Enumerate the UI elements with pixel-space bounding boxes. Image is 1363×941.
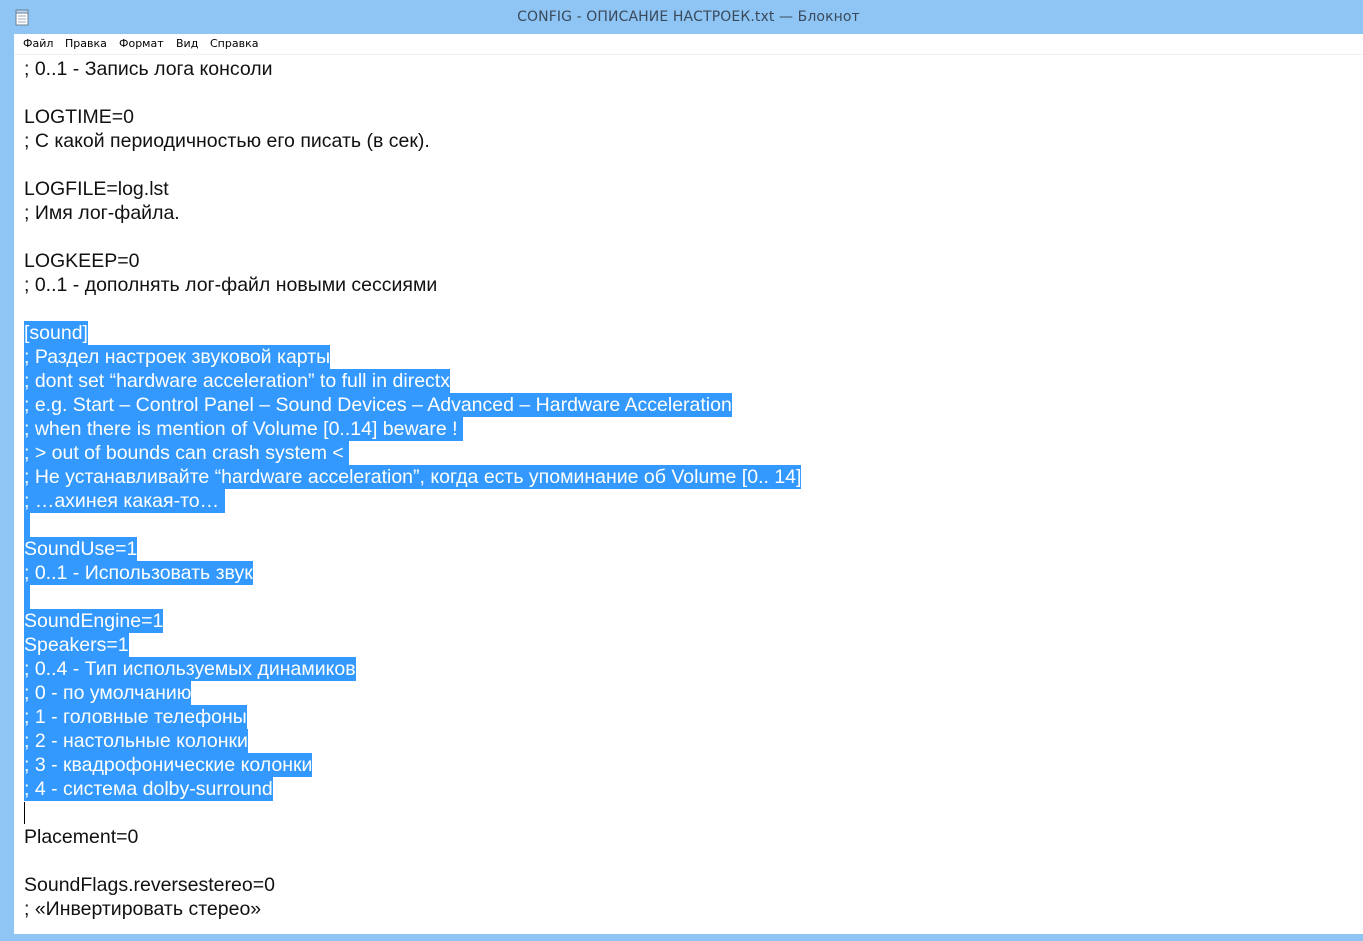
menu-bar: Файл Правка Формат Вид Справка: [14, 34, 1363, 55]
menu-file[interactable]: Файл: [23, 37, 53, 50]
text-line[interactable]: ; 0..1 - Использовать звук: [24, 561, 253, 585]
text-line[interactable]: ; …ахинея какая-то…: [24, 489, 225, 513]
text-line[interactable]: ; 0..1 - Запись лога консоли: [24, 57, 273, 81]
text-line[interactable]: ; when there is mention of Volume [0..14…: [24, 417, 463, 441]
notepad-window: CONFIG - ОПИСАНИЕ НАСТРОЕК.txt — Блокнот…: [0, 0, 1363, 941]
text-line[interactable]: [24, 513, 30, 537]
text-line[interactable]: Speakers=1: [24, 633, 129, 657]
text-line[interactable]: ; 1 - головные телефоны: [24, 705, 247, 729]
text-line[interactable]: ; 0..1 - дополнять лог-файл новыми сесси…: [24, 273, 437, 297]
text-line[interactable]: ; С какой периодичностью его писать (в с…: [24, 129, 430, 153]
menu-view[interactable]: Вид: [176, 37, 198, 50]
text-line[interactable]: ; «Инвертировать стерео»: [24, 897, 261, 921]
text-line[interactable]: ; e.g. Start – Control Panel – Sound Dev…: [24, 393, 732, 417]
text-line[interactable]: [24, 585, 30, 609]
text-line[interactable]: ; Раздел настроек звуковой карты: [24, 345, 331, 369]
text-line[interactable]: ; 0 - по умолчанию: [24, 681, 192, 705]
text-line[interactable]: LOGKEEP=0: [24, 249, 139, 273]
text-line[interactable]: SoundEngine=1: [24, 609, 164, 633]
text-line[interactable]: ; 2 - настольные колонки: [24, 729, 248, 753]
title-bar[interactable]: CONFIG - ОПИСАНИЕ НАСТРОЕК.txt — Блокнот: [7, 0, 1363, 34]
menu-edit[interactable]: Правка: [65, 37, 107, 50]
text-line[interactable]: ; Не устанавливайте “hardware accelerati…: [24, 465, 802, 489]
text-line[interactable]: ; dont set “hardware acceleration” to fu…: [24, 369, 450, 393]
text-line[interactable]: LOGTIME=0: [24, 105, 134, 129]
menu-format[interactable]: Формат: [119, 37, 164, 50]
text-line[interactable]: SoundUse=1: [24, 537, 138, 561]
text-editor[interactable]: ; 0..1 - Запись лога консоли LOGTIME=0; С…: [14, 55, 1363, 934]
text-line[interactable]: Placement=0: [24, 825, 138, 849]
window-title: CONFIG - ОПИСАНИЕ НАСТРОЕК.txt — Блокнот: [517, 9, 860, 25]
text-line[interactable]: ; > out of bounds can crash system <: [24, 441, 350, 465]
text-line[interactable]: ; 3 - квадрофонические колонки: [24, 753, 313, 777]
text-line[interactable]: [sound]: [24, 321, 88, 345]
menu-help[interactable]: Справка: [210, 37, 258, 50]
text-line[interactable]: ; 0..4 - Тип используемых динамиков: [24, 657, 356, 681]
text-line[interactable]: SoundFlags.reversestereo=0: [24, 873, 275, 897]
text-line[interactable]: LOGFILE=log.lst: [24, 177, 169, 201]
text-caret: [24, 802, 25, 824]
text-line[interactable]: ; 4 - система dolby-surround: [24, 777, 273, 801]
text-line[interactable]: ; Имя лог-файла.: [24, 201, 180, 225]
